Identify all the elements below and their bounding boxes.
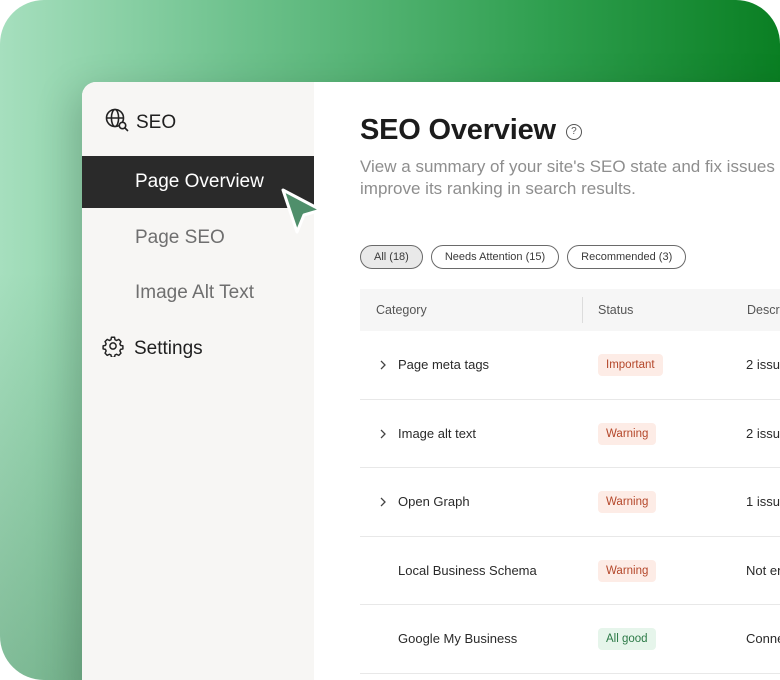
page-subtitle: View a summary of your site's SEO state … [360,156,780,200]
chevron-right-icon[interactable] [377,428,389,440]
row-category: Open Graph [398,494,470,510]
status-badge: Warning [598,422,657,445]
filter-all[interactable]: All (18) [360,245,423,269]
row-description: Not en [746,562,780,578]
row-category: Local Business Schema [398,562,537,578]
help-icon[interactable]: ? [565,123,582,140]
sidebar-item-image-alt-text[interactable]: Image Alt Text [82,267,314,319]
column-header-description[interactable]: Descr [747,303,780,317]
globe-search-icon [104,107,130,139]
sidebar-section-seo[interactable]: SEO [104,107,177,139]
table-row[interactable]: Local Business Schema Warning Not en [360,537,780,606]
app-window: SEO Page Overview Page SEO Image Alt Tex… [82,82,780,680]
chevron-right-icon[interactable] [377,359,389,371]
gear-icon [102,335,124,363]
sidebar-item-label: Image Alt Text [135,282,254,303]
table-row[interactable]: Google My Business All good Conne [360,605,780,674]
status-badge: Important [598,354,663,376]
column-header-category[interactable]: Category [376,303,427,317]
sidebar-section-label: SEO [136,112,177,133]
chevron-right-icon[interactable] [377,496,389,508]
subtitle-line-2: improve its ranking in search results. [360,179,636,198]
column-header-status[interactable]: Status [598,303,633,317]
filter-bar: All (18) Needs Attention (15) Recommende… [360,245,687,269]
table-header: Category Status Descr [360,289,780,331]
sidebar-item-label: Settings [134,338,203,359]
main-content: SEO Overview ? View a summary of your si… [314,82,780,680]
status-badge: Warning [598,491,657,514]
filter-recommended[interactable]: Recommended (3) [567,245,687,269]
page-title: SEO Overview [360,114,556,146]
row-category: Google My Business [398,631,518,647]
status-badge: All good [598,628,656,651]
column-divider [582,297,583,323]
mouse-pointer-icon [281,188,323,234]
filter-needs-attention[interactable]: Needs Attention (15) [430,245,560,269]
row-category: Page meta tags [398,357,490,372]
row-description: 1 issue [746,494,780,510]
row-description: 2 issu [746,357,780,372]
sidebar-item-settings[interactable]: Settings [102,336,203,362]
sidebar-item-label: Page Overview [135,171,264,192]
table-row[interactable]: Open Graph Warning 1 issue [360,468,780,537]
subtitle-line-1: View a summary of your site's SEO state … [360,157,775,176]
table-row[interactable]: Image alt text Warning 2 issu [360,400,780,469]
seo-issues-table: Category Status Descr Page meta tags Imp… [360,289,780,674]
sidebar: SEO Page Overview Page SEO Image Alt Tex… [82,82,314,680]
table-row[interactable]: Page meta tags Important 2 issu [360,331,780,400]
row-description: Conne [746,631,780,647]
page-header: SEO Overview ? [360,114,582,147]
row-category: Image alt text [398,425,477,441]
status-badge: Warning [598,559,657,582]
sidebar-item-label: Page SEO [135,227,225,248]
row-description: 2 issu [746,425,780,441]
